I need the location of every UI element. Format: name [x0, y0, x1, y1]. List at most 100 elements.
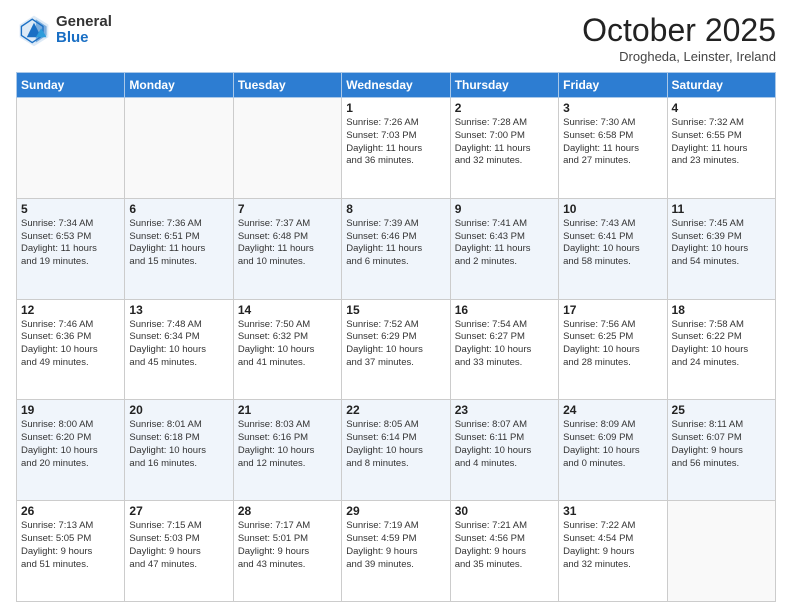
- day-detail: Sunrise: 8:07 AM Sunset: 6:11 PM Dayligh…: [455, 419, 554, 470]
- table-row: 8Sunrise: 7:39 AM Sunset: 6:46 PM Daylig…: [342, 198, 450, 299]
- col-tuesday: Tuesday: [233, 73, 341, 98]
- table-row: 23 Sunrise: 8:07 AM Sunset: 6:11 PM Dayli…: [450, 400, 558, 501]
- day-number: 22: [346, 403, 445, 417]
- day-detail: Sunrise: 7:41 AM Sunset: 6:43 PM Dayligh…: [455, 218, 554, 269]
- day-number: 25: [672, 403, 771, 417]
- table-row: 21Sunrise: 8:03 AM Sunset: 6:16 PM Dayli…: [233, 400, 341, 501]
- table-row: 19 Sunrise: 8:00 AM Sunset: 6:20 PM Dayli…: [17, 400, 125, 501]
- day-number: 7: [238, 202, 337, 216]
- day-number: 21: [238, 403, 337, 417]
- table-row: 22 Sunrise: 8:05 AM Sunset: 6:14 PM Dayli…: [342, 400, 450, 501]
- col-sunday: Sunday: [17, 73, 125, 98]
- day-detail: Sunrise: 7:58 AM Sunset: 6:22 PM Dayligh…: [672, 319, 771, 370]
- day-detail: Sunrise: 7:39 AM Sunset: 6:46 PM Dayligh…: [346, 218, 445, 269]
- day-detail: Sunrise: 8:01 AM Sunset: 6:18 PM Dayligh…: [129, 419, 228, 470]
- day-number: 24: [563, 403, 662, 417]
- day-detail: Sunrise: 7:32 AM Sunset: 6:55 PM Dayligh…: [672, 117, 771, 168]
- day-detail: Sunrise: 7:17 AM Sunset: 5:01 PM Dayligh…: [238, 520, 337, 571]
- table-row: 25Sunrise: 8:11 AM Sunset: 6:07 PM Dayli…: [667, 400, 775, 501]
- logo-icon: [16, 12, 52, 48]
- day-detail: Sunrise: 8:05 AM Sunset: 6:14 PM Dayligh…: [346, 419, 445, 470]
- table-row: [125, 98, 233, 199]
- day-number: 14: [238, 303, 337, 317]
- title-block: October 2025 Drogheda, Leinster, Ireland: [582, 12, 776, 64]
- calendar-table: Sunday Monday Tuesday Wednesday Thursday…: [16, 72, 776, 602]
- day-number: 10: [563, 202, 662, 216]
- day-number: 23: [455, 403, 554, 417]
- month-title: October 2025: [582, 12, 776, 49]
- col-wednesday: Wednesday: [342, 73, 450, 98]
- day-number: 12: [21, 303, 120, 317]
- table-row: 2Sunrise: 7:28 AM Sunset: 7:00 PM Daylig…: [450, 98, 558, 199]
- day-detail: Sunrise: 7:34 AM Sunset: 6:53 PM Dayligh…: [21, 218, 120, 269]
- calendar-week-row: 19 Sunrise: 8:00 AM Sunset: 6:20 PM Dayli…: [17, 400, 776, 501]
- day-detail: Sunrise: 7:21 AM Sunset: 4:56 PM Dayligh…: [455, 520, 554, 571]
- calendar-week-row: 12Sunrise: 7:46 AM Sunset: 6:36 PM Dayli…: [17, 299, 776, 400]
- day-number: 5: [21, 202, 120, 216]
- day-number: 13: [129, 303, 228, 317]
- day-detail: Sunrise: 7:45 AM Sunset: 6:39 PM Dayligh…: [672, 218, 771, 269]
- logo-blue: Blue: [56, 30, 112, 47]
- table-row: 4Sunrise: 7:32 AM Sunset: 6:55 PM Daylig…: [667, 98, 775, 199]
- table-row: [233, 98, 341, 199]
- header: General Blue October 2025 Drogheda, Lein…: [16, 12, 776, 64]
- day-detail: Sunrise: 7:36 AM Sunset: 6:51 PM Dayligh…: [129, 218, 228, 269]
- table-row: 6 Sunrise: 7:36 AM Sunset: 6:51 PM Daylig…: [125, 198, 233, 299]
- day-number: 2: [455, 101, 554, 115]
- col-monday: Monday: [125, 73, 233, 98]
- table-row: 31 Sunrise: 7:22 AM Sunset: 4:54 PM Dayli…: [559, 501, 667, 602]
- table-row: 20 Sunrise: 8:01 AM Sunset: 6:18 PM Dayli…: [125, 400, 233, 501]
- day-detail: Sunrise: 7:37 AM Sunset: 6:48 PM Dayligh…: [238, 218, 337, 269]
- table-row: 30 Sunrise: 7:21 AM Sunset: 4:56 PM Dayli…: [450, 501, 558, 602]
- day-detail: Sunrise: 7:22 AM Sunset: 4:54 PM Dayligh…: [563, 520, 662, 571]
- calendar-header-row: Sunday Monday Tuesday Wednesday Thursday…: [17, 73, 776, 98]
- table-row: 29Sunrise: 7:19 AM Sunset: 4:59 PM Dayli…: [342, 501, 450, 602]
- calendar-week-row: 26 Sunrise: 7:13 AM Sunset: 5:05 PM Dayli…: [17, 501, 776, 602]
- table-row: 16 Sunrise: 7:54 AM Sunset: 6:27 PM Dayli…: [450, 299, 558, 400]
- col-saturday: Saturday: [667, 73, 775, 98]
- table-row: 7 Sunrise: 7:37 AM Sunset: 6:48 PM Daylig…: [233, 198, 341, 299]
- table-row: 28Sunrise: 7:17 AM Sunset: 5:01 PM Dayli…: [233, 501, 341, 602]
- day-number: 1: [346, 101, 445, 115]
- table-row: 15 Sunrise: 7:52 AM Sunset: 6:29 PM Dayli…: [342, 299, 450, 400]
- day-detail: Sunrise: 8:00 AM Sunset: 6:20 PM Dayligh…: [21, 419, 120, 470]
- logo-general: General: [56, 14, 112, 31]
- table-row: 17 Sunrise: 7:56 AM Sunset: 6:25 PM Dayli…: [559, 299, 667, 400]
- day-detail: Sunrise: 7:26 AM Sunset: 7:03 PM Dayligh…: [346, 117, 445, 168]
- day-detail: Sunrise: 7:52 AM Sunset: 6:29 PM Dayligh…: [346, 319, 445, 370]
- logo: General Blue: [16, 12, 112, 48]
- day-detail: Sunrise: 7:15 AM Sunset: 5:03 PM Dayligh…: [129, 520, 228, 571]
- day-number: 19: [21, 403, 120, 417]
- day-number: 16: [455, 303, 554, 317]
- day-detail: Sunrise: 8:09 AM Sunset: 6:09 PM Dayligh…: [563, 419, 662, 470]
- col-friday: Friday: [559, 73, 667, 98]
- day-number: 15: [346, 303, 445, 317]
- day-detail: Sunrise: 7:43 AM Sunset: 6:41 PM Dayligh…: [563, 218, 662, 269]
- day-number: 3: [563, 101, 662, 115]
- day-number: 26: [21, 504, 120, 518]
- table-row: 10 Sunrise: 7:43 AM Sunset: 6:41 PM Dayli…: [559, 198, 667, 299]
- day-number: 29: [346, 504, 445, 518]
- day-detail: Sunrise: 7:54 AM Sunset: 6:27 PM Dayligh…: [455, 319, 554, 370]
- page: General Blue October 2025 Drogheda, Lein…: [0, 0, 792, 612]
- table-row: 24 Sunrise: 8:09 AM Sunset: 6:09 PM Dayli…: [559, 400, 667, 501]
- day-number: 9: [455, 202, 554, 216]
- day-detail: Sunrise: 7:56 AM Sunset: 6:25 PM Dayligh…: [563, 319, 662, 370]
- day-number: 17: [563, 303, 662, 317]
- table-row: 26 Sunrise: 7:13 AM Sunset: 5:05 PM Dayli…: [17, 501, 125, 602]
- table-row: 3Sunrise: 7:30 AM Sunset: 6:58 PM Daylig…: [559, 98, 667, 199]
- location-subtitle: Drogheda, Leinster, Ireland: [582, 49, 776, 64]
- day-number: 30: [455, 504, 554, 518]
- day-number: 27: [129, 504, 228, 518]
- day-number: 20: [129, 403, 228, 417]
- day-detail: Sunrise: 7:50 AM Sunset: 6:32 PM Dayligh…: [238, 319, 337, 370]
- table-row: 11 Sunrise: 7:45 AM Sunset: 6:39 PM Dayli…: [667, 198, 775, 299]
- day-number: 31: [563, 504, 662, 518]
- day-detail: Sunrise: 7:13 AM Sunset: 5:05 PM Dayligh…: [21, 520, 120, 571]
- table-row: 14 Sunrise: 7:50 AM Sunset: 6:32 PM Dayli…: [233, 299, 341, 400]
- calendar-week-row: 5 Sunrise: 7:34 AM Sunset: 6:53 PM Daylig…: [17, 198, 776, 299]
- day-number: 6: [129, 202, 228, 216]
- logo-text: General Blue: [56, 14, 112, 47]
- day-number: 11: [672, 202, 771, 216]
- day-detail: Sunrise: 7:48 AM Sunset: 6:34 PM Dayligh…: [129, 319, 228, 370]
